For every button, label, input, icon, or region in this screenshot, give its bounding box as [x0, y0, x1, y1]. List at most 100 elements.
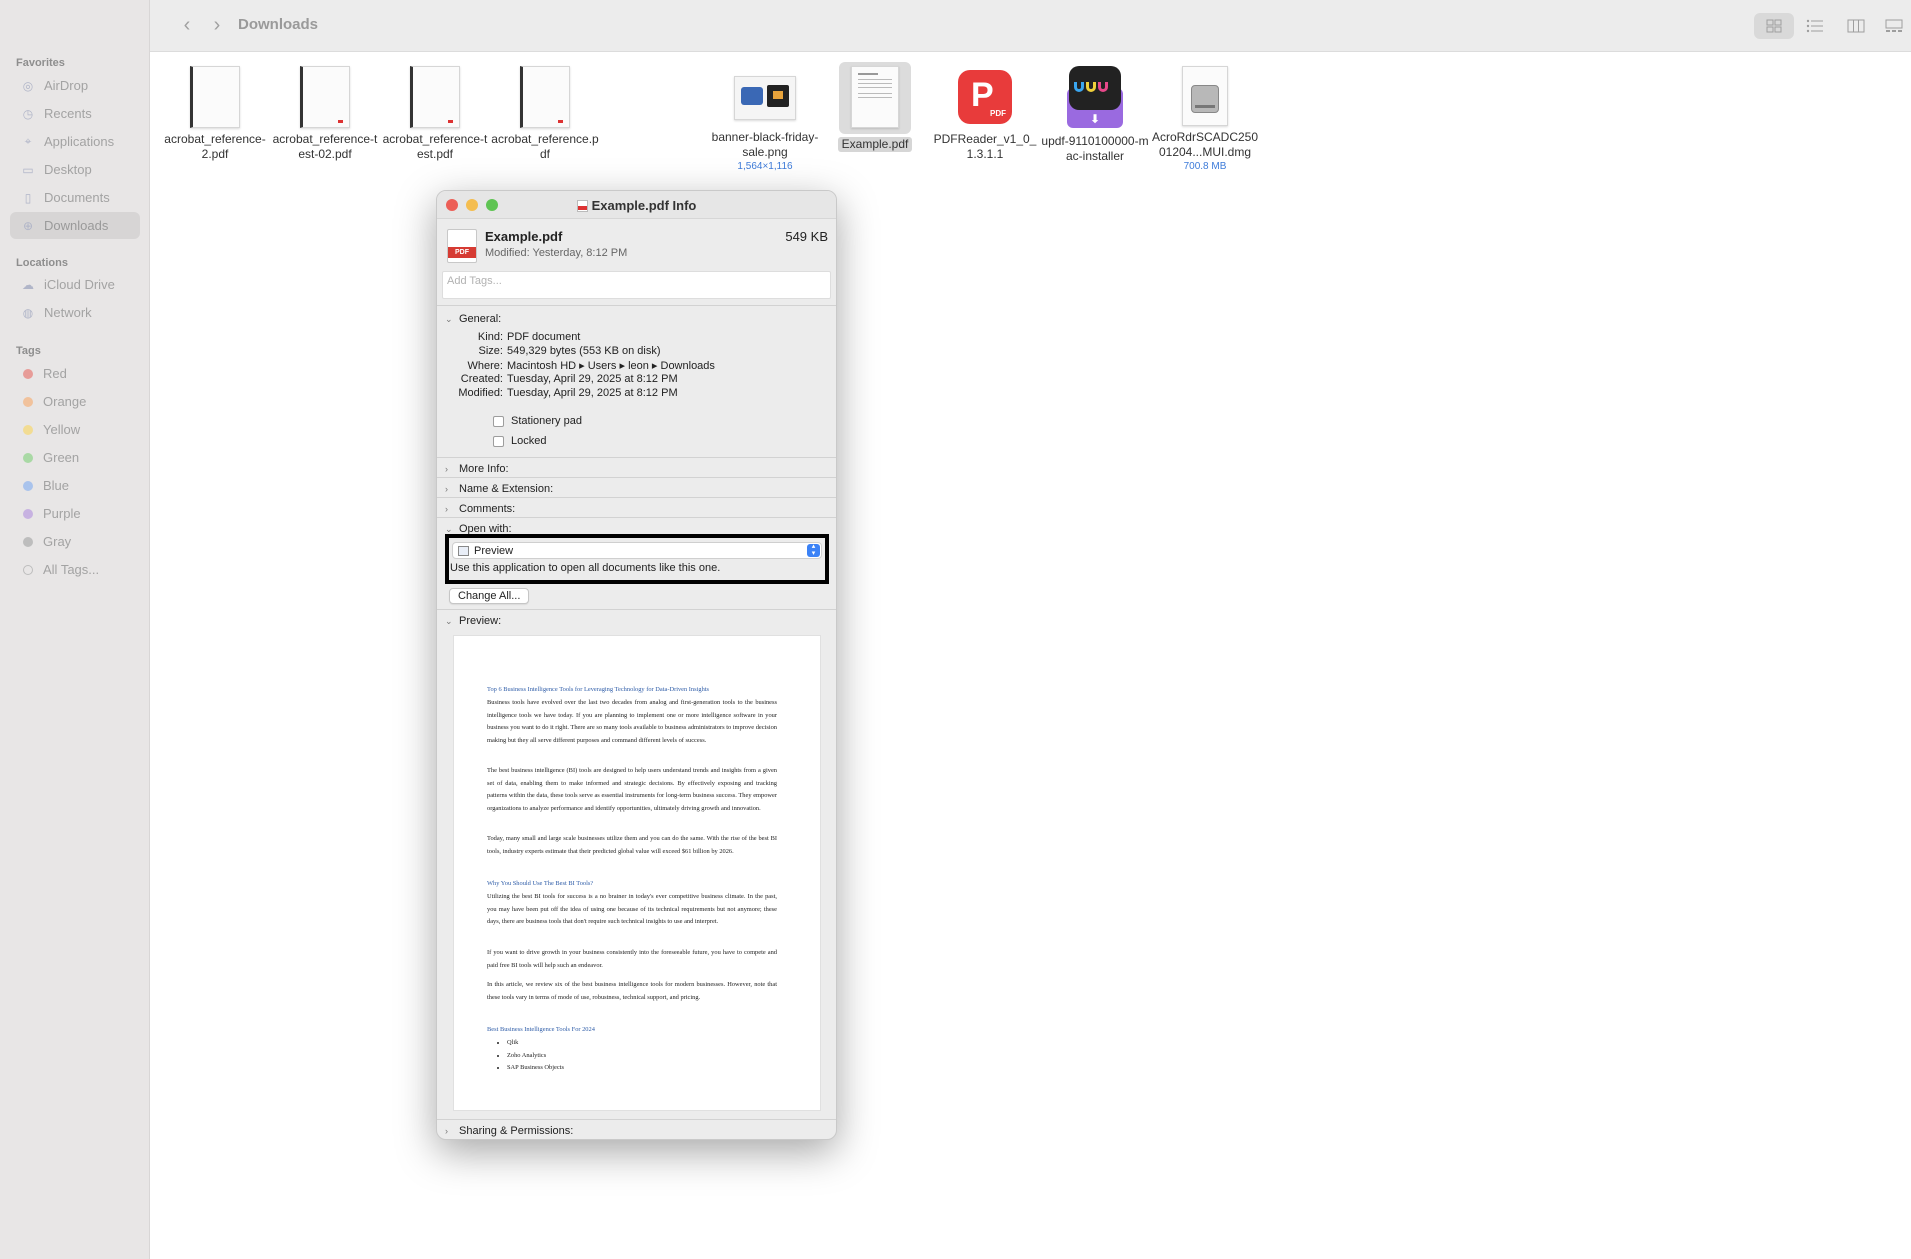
stationery-pad-checkbox[interactable]: Stationery pad — [493, 415, 582, 427]
file-item[interactable]: acrobat_reference-test.pdf — [380, 66, 490, 162]
chevron-right-icon: › — [445, 484, 448, 494]
tags-placeholder: Add Tags... — [447, 275, 502, 287]
pdf-file-icon: PDF — [447, 229, 477, 263]
sidebar-tag-purple[interactable]: Purple — [10, 500, 140, 527]
sidebar-item-label: iCloud Drive — [44, 277, 115, 292]
gray-tag-icon — [23, 536, 33, 547]
file-item[interactable]: ⬇ updf-9110100000-mac-installer — [1040, 66, 1150, 164]
comments-toggle[interactable]: › Comments: — [445, 503, 515, 515]
window-title: Example.pdf Info — [437, 198, 836, 213]
where-row: Where: Macintosh HD ▸ Users ▸ leon ▸ Down… — [467, 360, 715, 372]
sidebar-tag-red[interactable]: Red — [10, 360, 140, 387]
sidebar-tag-gray[interactable]: Gray — [10, 528, 140, 555]
sidebar-item-label: Applications — [44, 134, 115, 149]
file-item[interactable]: acrobat_reference.pdf — [490, 66, 600, 162]
list-item: SAP Business Objects — [507, 1062, 777, 1075]
info-titlebar[interactable]: Example.pdf Info — [437, 191, 836, 219]
tags-heading: Tags — [16, 345, 41, 357]
file-item-selected[interactable]: Example.pdf — [820, 62, 930, 153]
pdf-thumbnail — [300, 66, 350, 128]
desktop-icon: ▭ — [22, 162, 34, 177]
preview-paragraph: In this article, we review six of the be… — [487, 981, 777, 1001]
more-info-toggle[interactable]: › More Info: — [445, 463, 509, 475]
sidebar-item-label: Red — [43, 366, 67, 381]
pdf-thumbnail — [520, 66, 570, 128]
sidebar-item-applications[interactable]: ⌖ Applications — [10, 128, 140, 155]
checkbox-icon — [493, 415, 504, 427]
open-with-select[interactable]: Preview ▴ ▾ — [452, 542, 822, 559]
sidebar-tag-green[interactable]: Green — [10, 444, 140, 471]
file-name: PDFReader_v1_0_1.3.1.1 — [933, 132, 1037, 161]
sidebar-item-desktop[interactable]: ▭ Desktop — [10, 156, 140, 183]
pdf-icon — [576, 200, 588, 212]
purple-tag-icon — [23, 508, 33, 519]
chevron-right-icon: › — [445, 1126, 448, 1136]
sidebar-item-label: All Tags... — [43, 562, 100, 577]
locked-checkbox[interactable]: Locked — [493, 435, 546, 447]
file-item[interactable]: AcroRdrSCADC25001204...MUI.dmg 700.8 MB — [1150, 66, 1260, 173]
file-name: acrobat_reference.pdf — [491, 132, 599, 161]
download-icon: ⊕ — [22, 218, 34, 233]
preview-paragraph: If you want to drive growth in your busi… — [487, 949, 777, 969]
sidebar-item-label: AirDrop — [44, 78, 89, 93]
general-section-toggle[interactable]: ⌄ General: — [445, 313, 501, 325]
preview-section-toggle[interactable]: ⌄ Preview: — [445, 615, 501, 627]
info-modified: Modified: Yesterday, 8:12 PM — [485, 247, 628, 259]
preview-title: Top 6 Business Intelligence Tools for Le… — [487, 686, 710, 693]
sharing-permissions-toggle[interactable]: › Sharing & Permissions: — [445, 1125, 573, 1137]
sidebar-item-recents[interactable]: ◷ Recents — [10, 100, 140, 127]
chevron-right-icon: › — [445, 464, 448, 474]
airdrop-icon: ◎ — [22, 78, 34, 93]
toolbar: ‹ › Downloads — [150, 0, 1911, 52]
column-view-icon — [1847, 19, 1865, 33]
file-size: 700.8 MB — [1183, 161, 1227, 172]
chevron-down-icon: ⌄ — [445, 615, 453, 626]
chevron-down-icon: ⌄ — [445, 313, 453, 324]
chevron-right-icon: › — [445, 504, 448, 514]
gallery-view-button[interactable] — [1876, 13, 1911, 39]
sidebar-item-label: Orange — [43, 394, 87, 409]
red-tag-icon — [23, 368, 33, 379]
sidebar-item-network[interactable]: ◍ Network — [10, 299, 140, 326]
cloud-icon: ☁ — [22, 277, 34, 292]
file-dimensions: 1,564×1,116 — [737, 161, 793, 172]
folder-title: Downloads — [238, 16, 319, 33]
file-item[interactable]: acrobat_reference-test-02.pdf — [270, 66, 380, 162]
sidebar-item-label: Network — [44, 305, 92, 320]
sidebar-item-label: Documents — [44, 190, 110, 205]
updf-installer-icon: ⬇ — [1065, 66, 1125, 130]
file-name: AcroRdrSCADC25001204...MUI.dmg — [1151, 130, 1259, 159]
created-row: Created: Tuesday, April 29, 2025 at 8:12 … — [460, 373, 678, 385]
chevron-right-icon[interactable]: › — [206, 14, 228, 36]
change-all-button[interactable]: Change All... — [449, 588, 530, 604]
sidebar-tag-blue[interactable]: Blue — [10, 472, 140, 499]
sidebar-item-documents[interactable]: ▯ Documents — [10, 184, 140, 211]
list-view-icon — [1806, 19, 1823, 33]
column-view-button[interactable] — [1836, 13, 1876, 39]
tags-field[interactable]: Add Tags... — [442, 271, 831, 299]
chevron-down-icon: ⌄ — [445, 523, 453, 534]
file-item[interactable]: banner-black-friday-sale.png 1,564×1,116 — [710, 76, 820, 173]
sidebar-all-tags[interactable]: All Tags... — [10, 556, 140, 583]
pdf-thumbnail — [190, 66, 240, 128]
checkbox-icon — [493, 435, 504, 447]
list-view-button[interactable] — [1795, 13, 1835, 39]
open-with-hint: Use this application to open all documen… — [450, 562, 721, 574]
file-name: acrobat_reference-2.pdf — [164, 132, 266, 161]
grid-view-button[interactable] — [1754, 13, 1794, 39]
green-tag-icon — [23, 452, 33, 463]
file-item[interactable]: acrobat_reference-2.pdf — [160, 66, 270, 162]
chevron-left-icon[interactable]: ‹ — [176, 14, 198, 36]
file-name: Example.pdf — [837, 137, 913, 152]
sidebar-item-icloud-drive[interactable]: ☁ iCloud Drive — [10, 271, 140, 298]
image-thumbnail — [734, 76, 796, 120]
sidebar-item-airdrop[interactable]: ◎ AirDrop — [10, 72, 140, 99]
sidebar-item-label: Yellow — [43, 422, 81, 437]
sidebar-item-downloads[interactable]: ⊕ Downloads — [10, 212, 140, 239]
name-extension-toggle[interactable]: › Name & Extension: — [445, 483, 553, 495]
sidebar-tag-yellow[interactable]: Yellow — [10, 416, 140, 443]
yellow-tag-icon — [23, 424, 33, 435]
preview-paragraph: The best business intelligence (BI) tool… — [487, 767, 777, 813]
sidebar-tag-orange[interactable]: Orange — [10, 388, 140, 415]
file-item[interactable]: P PDF PDFReader_v1_0_1.3.1.1 — [930, 70, 1040, 162]
